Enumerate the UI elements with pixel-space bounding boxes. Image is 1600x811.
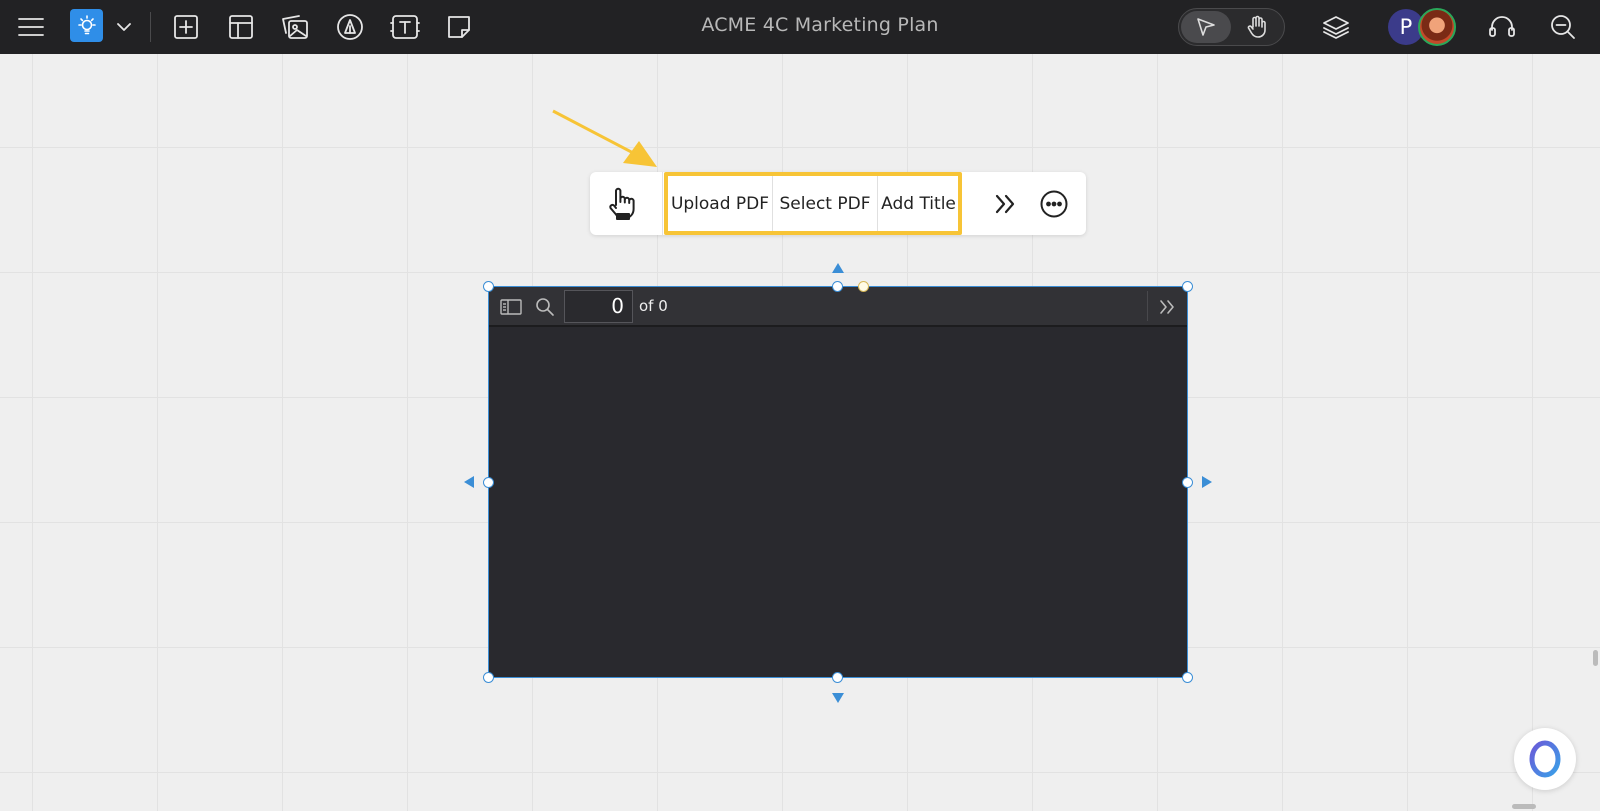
pdf-context-toolbar: Upload PDF Select PDF Add Title	[590, 172, 1086, 235]
lightbulb-icon	[77, 14, 96, 34]
interact-hand-button[interactable]	[600, 182, 644, 226]
connector-arrow-left-icon[interactable]	[463, 475, 475, 489]
headset-icon[interactable]	[1484, 9, 1520, 45]
add-frame-icon[interactable]	[168, 9, 204, 45]
select-pointer-icon	[1197, 18, 1215, 36]
toolbar-divider	[1147, 291, 1148, 321]
board-title: ACME 4C Marketing Plan	[701, 14, 939, 36]
page-number-input[interactable]: 0	[564, 290, 633, 323]
resize-handle-bottom[interactable]	[832, 672, 843, 683]
highlight-box	[664, 172, 962, 235]
search-zoom-icon[interactable]	[1545, 9, 1581, 45]
assistant-logo-icon	[1529, 740, 1561, 778]
connector-arrow-up-icon[interactable]	[831, 262, 845, 274]
search-icon[interactable]	[531, 293, 559, 321]
menu-icon[interactable]	[13, 9, 49, 45]
expand-toolbar-icon[interactable]	[1153, 293, 1181, 321]
mode-toggle	[1178, 8, 1285, 46]
chevron-down-icon[interactable]	[106, 9, 142, 45]
layers-icon[interactable]	[1318, 9, 1354, 45]
annotation-arrow-icon	[552, 109, 657, 167]
pdf-viewer-toolbar: 0 of 0	[489, 287, 1187, 327]
horizontal-scrollbar[interactable]	[1512, 804, 1536, 809]
resize-handle-left[interactable]	[483, 477, 494, 488]
text-icon[interactable]	[387, 9, 423, 45]
sidebar-toggle-icon[interactable]	[497, 293, 525, 321]
top-bar: ACME 4C Marketing Plan P	[0, 0, 1600, 54]
pdf-viewer[interactable]: 0 of 0	[488, 286, 1188, 678]
expand-double-chevron-icon[interactable]	[987, 186, 1023, 222]
toolbar-divider	[662, 172, 663, 235]
pointer-hand-icon	[609, 187, 635, 220]
resize-handle-top-right[interactable]	[1182, 281, 1193, 292]
resize-handle-right[interactable]	[1182, 477, 1193, 488]
connector-arrow-right-icon[interactable]	[1201, 475, 1213, 489]
sticky-note-icon[interactable]	[441, 9, 477, 45]
lightbulb-button[interactable]	[70, 9, 103, 42]
resize-handle-top[interactable]	[832, 281, 843, 292]
page-total-label: of 0	[639, 297, 668, 315]
vertical-scrollbar[interactable]	[1593, 650, 1598, 666]
pan-mode-button[interactable]	[1232, 11, 1282, 43]
user-photo-avatar[interactable]	[1418, 8, 1456, 46]
resize-handle-bottom-right[interactable]	[1182, 672, 1193, 683]
toolbar-divider	[150, 12, 151, 42]
rotate-handle[interactable]	[858, 281, 869, 292]
assistant-button[interactable]	[1514, 728, 1576, 790]
pan-hand-icon	[1247, 15, 1266, 38]
select-mode-button[interactable]	[1181, 11, 1231, 43]
template-icon[interactable]	[223, 9, 259, 45]
more-options-icon[interactable]	[1036, 186, 1072, 222]
connector-arrow-down-icon[interactable]	[831, 692, 845, 704]
media-icon[interactable]	[277, 9, 313, 45]
pen-icon[interactable]	[332, 9, 368, 45]
resize-handle-top-left[interactable]	[483, 281, 494, 292]
resize-handle-bottom-left[interactable]	[483, 672, 494, 683]
